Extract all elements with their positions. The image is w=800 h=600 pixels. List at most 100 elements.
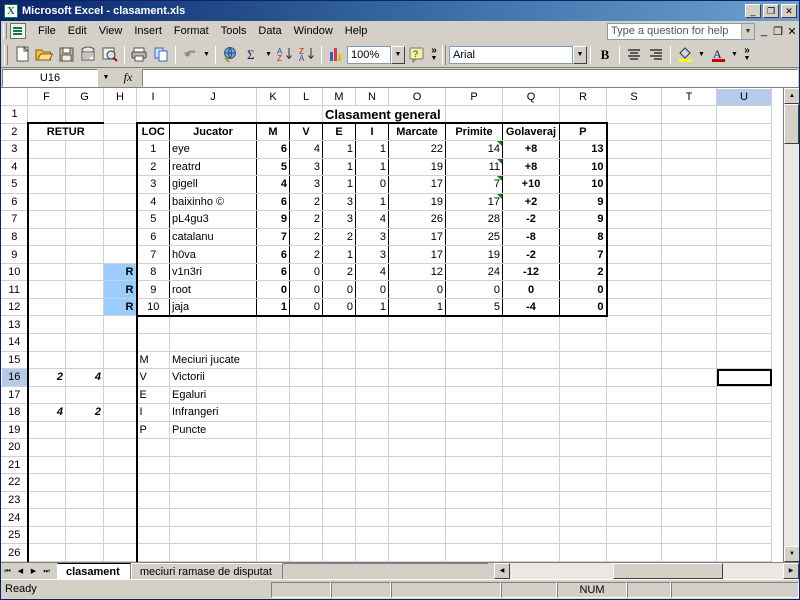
cell-P14[interactable] xyxy=(445,333,503,352)
cell-T11[interactable] xyxy=(661,280,717,299)
cell-J9[interactable]: h0va xyxy=(169,245,257,264)
cell-T3[interactable] xyxy=(661,140,717,159)
cell-L20[interactable] xyxy=(289,438,323,457)
cell-T1[interactable] xyxy=(661,105,717,124)
vertical-scroll-thumb[interactable] xyxy=(784,104,799,144)
row-header-19[interactable]: 19 xyxy=(1,420,28,440)
cell-K7[interactable]: 9 xyxy=(256,210,290,229)
cell-P1[interactable] xyxy=(445,105,503,124)
cell-J18[interactable]: Infrangeri xyxy=(169,403,257,422)
cell-P7[interactable]: 28 xyxy=(445,210,503,229)
maximize-button[interactable]: ❐ xyxy=(763,4,779,18)
cell-Q20[interactable] xyxy=(502,438,560,457)
minimize-button[interactable]: _ xyxy=(745,4,761,18)
cell-K22[interactable] xyxy=(256,473,290,492)
cell-J13[interactable] xyxy=(169,315,257,334)
row-header-21[interactable]: 21 xyxy=(1,455,28,475)
menu-data[interactable]: Data xyxy=(252,23,287,39)
cell-P26[interactable] xyxy=(445,543,503,562)
sort-descending-icon[interactable]: ZA xyxy=(296,44,318,66)
cell-G3[interactable] xyxy=(65,140,104,159)
cell-G5[interactable] xyxy=(65,175,104,194)
cell-F3[interactable] xyxy=(26,140,66,159)
open-icon[interactable] xyxy=(33,44,55,66)
cell-F21[interactable] xyxy=(26,456,66,475)
cell-Q3[interactable]: +8 xyxy=(502,140,560,159)
select-all-button[interactable] xyxy=(1,88,28,106)
cell-Q17[interactable] xyxy=(502,386,560,405)
cell-U20[interactable] xyxy=(716,438,772,457)
doc-minimize-button[interactable]: _ xyxy=(757,25,771,37)
column-header-I[interactable]: I xyxy=(136,88,170,106)
row-header-2[interactable]: 2 xyxy=(1,122,28,142)
cell-R21[interactable] xyxy=(559,456,607,475)
horizontal-scroll-thumb[interactable] xyxy=(613,563,723,579)
cell-O20[interactable] xyxy=(388,438,446,457)
first-sheet-button[interactable]: ⏮ xyxy=(1,563,14,579)
cell-I5[interactable]: 3 xyxy=(135,175,170,194)
cell-S6[interactable] xyxy=(606,193,662,212)
cell-F4[interactable] xyxy=(26,158,66,177)
cell-Q12[interactable]: -4 xyxy=(502,298,560,317)
cell-J17[interactable]: Egaluri xyxy=(169,386,257,405)
cell-K23[interactable] xyxy=(256,491,290,510)
cell-J11[interactable]: root xyxy=(169,280,257,299)
prev-sheet-button[interactable]: ◀ xyxy=(14,563,27,579)
cell-H22[interactable] xyxy=(103,473,138,492)
font-name-input[interactable]: Arial xyxy=(449,45,573,64)
cell-S16[interactable] xyxy=(606,368,662,387)
vertical-scroll-track[interactable] xyxy=(784,144,799,546)
cell-S26[interactable] xyxy=(606,543,662,562)
print-icon[interactable] xyxy=(128,44,150,66)
cell-U14[interactable] xyxy=(716,333,772,352)
formatting-toolbar-grip[interactable] xyxy=(442,44,446,65)
cell-I7[interactable]: 5 xyxy=(135,210,170,229)
cell-L22[interactable] xyxy=(289,473,323,492)
row-header-1[interactable]: 1 xyxy=(1,105,28,124)
cell-T19[interactable] xyxy=(661,421,717,440)
cell-L23[interactable] xyxy=(289,491,323,510)
cell-H25[interactable] xyxy=(103,526,138,545)
cell-T2[interactable] xyxy=(661,123,717,142)
cell-R5[interactable]: 10 xyxy=(559,175,608,194)
cell-J14[interactable] xyxy=(169,333,257,352)
cell-J6[interactable]: baixinho © xyxy=(169,193,257,212)
cell-M4[interactable]: 1 xyxy=(322,158,356,177)
cell-I18[interactable]: I xyxy=(136,403,170,422)
cell-G20[interactable] xyxy=(65,438,104,457)
cell-G15[interactable] xyxy=(65,351,104,370)
cell-L24[interactable] xyxy=(289,508,323,527)
save-icon[interactable] xyxy=(55,44,77,66)
font-name-dropdown-icon[interactable]: ▼ xyxy=(573,45,587,64)
cell-I26[interactable] xyxy=(136,543,170,562)
cell-T22[interactable] xyxy=(661,473,717,492)
cell-T6[interactable] xyxy=(661,193,717,212)
cell-U10[interactable] xyxy=(716,263,772,282)
cell-U19[interactable] xyxy=(716,421,772,440)
toolbar-grip[interactable] xyxy=(4,44,8,65)
cell-F18[interactable]: 4 xyxy=(26,403,66,422)
cell-R4[interactable]: 10 xyxy=(559,158,608,177)
cell-T12[interactable] xyxy=(661,298,717,317)
cell-F15[interactable] xyxy=(26,351,66,370)
font-color-dropdown-icon[interactable]: ▼ xyxy=(729,51,740,58)
cell-K16[interactable] xyxy=(256,368,290,387)
horizontal-scrollbar[interactable]: ◀ ▶ xyxy=(494,563,799,579)
cell-N22[interactable] xyxy=(355,473,389,492)
bold-button[interactable]: B xyxy=(594,44,616,66)
column-header-O[interactable]: O xyxy=(388,88,446,106)
cell-M22[interactable] xyxy=(322,473,356,492)
cell-S12[interactable] xyxy=(606,298,662,317)
cell-R3[interactable]: 13 xyxy=(559,140,608,159)
formatting-overflow-button[interactable]: » ▼ xyxy=(740,46,754,63)
cell-U2[interactable] xyxy=(716,123,772,142)
cell-U7[interactable] xyxy=(716,210,772,229)
cell-L14[interactable] xyxy=(289,333,323,352)
zoom-dropdown-icon[interactable]: ▼ xyxy=(391,45,405,64)
cell-G16[interactable]: 4 xyxy=(65,368,104,387)
cell-N6[interactable]: 1 xyxy=(355,193,389,212)
cell-S18[interactable] xyxy=(606,403,662,422)
cell-G24[interactable] xyxy=(65,508,104,527)
cell-S3[interactable] xyxy=(606,140,662,159)
cell-P6[interactable]: 17 xyxy=(445,193,503,212)
